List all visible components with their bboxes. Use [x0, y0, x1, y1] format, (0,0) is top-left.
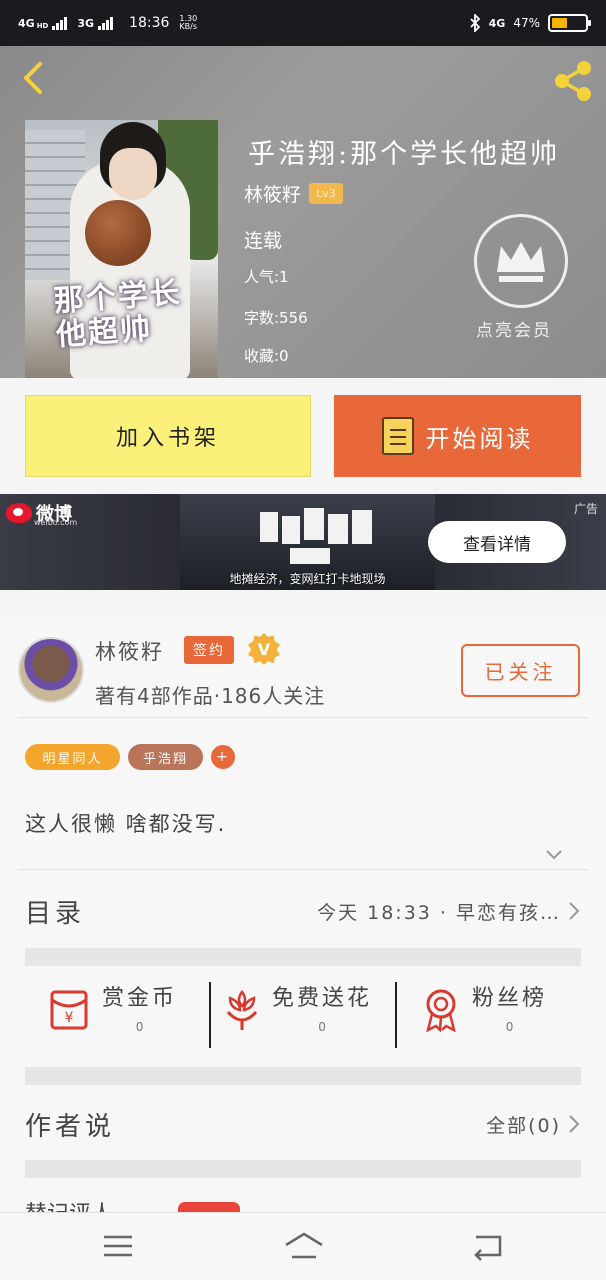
status-bar: 4G HD 3G 18:36 1.30 KB/s 4G 47% [0, 0, 606, 46]
avatar[interactable] [18, 637, 84, 703]
separator [209, 982, 211, 1048]
ad-tag: 广告 [573, 502, 598, 516]
crown-icon [497, 242, 545, 282]
gift-coins[interactable]: ¥ 赏金币 0 [46, 980, 177, 1050]
section-gap [25, 948, 581, 966]
cover-title-art: 那个学长他超帅 [52, 275, 183, 354]
level-badge: Lv3 [309, 183, 343, 204]
tag-star-fanfic[interactable]: 明星同人 [25, 744, 120, 770]
serial-status: 连载 [244, 230, 283, 252]
signal-3g-icon: 3G [77, 16, 114, 30]
svg-text:¥: ¥ [65, 1010, 74, 1026]
basketball-image [85, 200, 151, 266]
tag-character[interactable]: 乎浩翔 [128, 744, 203, 770]
book-header: 那个学长他超帅 乎浩翔:那个学长他超帅 林筱籽 Lv3 连载 人气:1 字数:5… [0, 46, 606, 378]
catalog-row[interactable]: 目录 今天 18:33 · 早恋有孩… [25, 886, 581, 936]
view-details-button[interactable]: 查看详情 [428, 521, 566, 563]
gift-fans-rank[interactable]: 粉丝榜 0 [420, 980, 547, 1050]
favorites-count: 收藏:0 [244, 347, 289, 365]
net-4g-indicator: 4G [488, 16, 506, 30]
divider [18, 717, 588, 718]
follow-button[interactable]: 已关注 [461, 644, 580, 697]
menu-icon[interactable] [100, 1231, 136, 1261]
section-gap [25, 1067, 581, 1085]
medal-icon [426, 989, 456, 1032]
popularity: 人气:1 [244, 268, 289, 286]
gift-flower[interactable]: 免费送花 0 [222, 980, 372, 1050]
flower-icon [226, 989, 258, 1030]
network-speed: 1.30 KB/s [179, 14, 198, 31]
separator [395, 982, 397, 1048]
chevron-right-icon [569, 1115, 580, 1133]
book-icon [381, 417, 414, 455]
vip-crown-button[interactable] [474, 214, 568, 308]
latest-chapter: 今天 18:33 · 早恋有孩… [317, 901, 561, 924]
vip-label: 点亮会员 [476, 321, 552, 341]
start-reading-label: 开始阅读 [425, 424, 534, 453]
back-arrow-icon[interactable] [16, 60, 52, 96]
red-envelope-icon: ¥ [50, 990, 88, 1030]
signed-badge: 签约 [184, 636, 234, 664]
author-says-all: 全部(0) [486, 1114, 561, 1137]
section-gap [25, 1160, 581, 1178]
author-says-row[interactable]: 作者说 全部(0) [25, 1098, 581, 1150]
book-intro: 这人很懒 啥都没写. [25, 812, 227, 836]
catalog-title: 目录 [25, 898, 86, 929]
book-cover[interactable]: 那个学长他超帅 [25, 120, 218, 378]
share-icon[interactable] [550, 58, 596, 104]
system-nav-bar [0, 1212, 606, 1280]
back-icon[interactable] [470, 1231, 506, 1261]
book-author[interactable]: 林筱籽 [244, 180, 301, 207]
clock: 18:36 [129, 15, 170, 31]
home-icon[interactable] [284, 1231, 324, 1261]
battery-icon [548, 14, 591, 32]
book-title: 乎浩翔:那个学长他超帅 [248, 139, 561, 170]
author-says-title: 作者说 [25, 1111, 116, 1142]
ad-caption: 地摊经济，变网红打卡地现场 [229, 572, 386, 586]
add-to-shelf-button[interactable]: 加入书架 [25, 395, 311, 477]
divider [18, 869, 588, 870]
start-reading-button[interactable]: 开始阅读 [334, 395, 581, 477]
signal-4g-icon: 4G HD [18, 16, 68, 30]
chevron-right-icon [569, 902, 580, 920]
add-tag-button[interactable]: + [211, 745, 235, 769]
weibo-icon [6, 503, 32, 523]
bluetooth-icon [470, 14, 480, 32]
battery-percent: 47% [513, 16, 540, 30]
word-count: 字数:556 [244, 309, 308, 327]
author-stats: 著有4部作品·186人关注 [95, 684, 326, 708]
author-name[interactable]: 林筱籽 [95, 636, 164, 666]
chevron-down-icon[interactable] [545, 845, 563, 863]
